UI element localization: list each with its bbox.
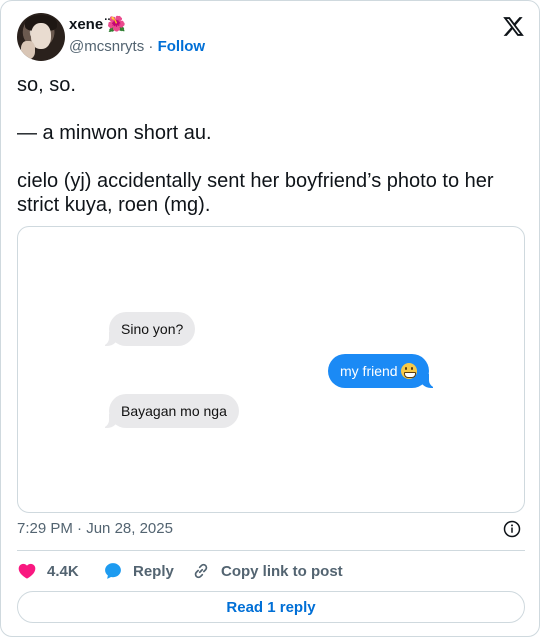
follow-link[interactable]: Follow (158, 38, 206, 55)
like-button[interactable]: 4.4K (17, 561, 79, 581)
tweet-gap (17, 97, 525, 121)
copy-link-button[interactable]: Copy link to post (191, 561, 343, 581)
read-replies-button[interactable]: Read 1 reply (17, 591, 525, 623)
author-name[interactable]: xene ̈🌺 (69, 15, 126, 35)
avatar-hand (21, 41, 35, 59)
author-handle-row: @mcsnryts · Follow (69, 37, 205, 57)
tweet-line-3: cielo (yj) accidentally sent her boyfrie… (17, 170, 494, 216)
link-icon (194, 563, 208, 579)
reply-button[interactable]: Reply (103, 561, 174, 581)
tweet-media-chat-screenshot[interactable]: Sino yon? my friend Bayagan mo nga (17, 226, 525, 513)
heart-icon (18, 563, 36, 579)
chat-message-text: Bayagan mo nga (121, 403, 227, 419)
tweet-header: xene ̈🌺 @mcsnryts · Follow (17, 13, 525, 61)
tweet-card: xene ̈🌺 @mcsnryts · Follow so, so. — a m… (0, 0, 540, 637)
tweet-line-1: so, so. (17, 74, 76, 96)
handle-separator: · (148, 38, 154, 55)
grimacing-face-icon (400, 363, 417, 379)
chat-bubble-outgoing: my friend (328, 354, 437, 388)
tweet-date: Jun 28, 2025 (86, 520, 173, 537)
copy-link-label: Copy link to post (221, 562, 343, 580)
avatar[interactable] (17, 13, 65, 61)
timestamp-separator: · (77, 520, 83, 537)
info-icon[interactable] (503, 520, 521, 538)
chat-message-text: Sino yon? (121, 321, 184, 337)
x-logo-icon[interactable] (502, 15, 525, 38)
tweet-timestamp[interactable]: 7:29 PM · Jun 28, 2025 (17, 519, 173, 539)
tweet-line-2: — a minwon short au. (17, 122, 212, 144)
tweet-actions: 4.4K Reply Copy link to post (17, 561, 525, 581)
chat-message-text: my friend (340, 363, 398, 379)
tweet-gap (17, 145, 525, 169)
reply-label: Reply (133, 562, 174, 580)
tweet-text: so, so. — a minwon short au. cielo (yj) … (17, 73, 525, 217)
chat-bubble-incoming: Bayagan mo nga (101, 394, 239, 428)
like-count: 4.4K (47, 562, 79, 580)
author-handle[interactable]: @mcsnryts (69, 38, 144, 55)
chat-bubble-incoming: Sino yon? (100, 312, 196, 346)
divider (17, 550, 525, 551)
tweet-time: 7:29 PM (17, 520, 73, 537)
reply-bubble-icon (105, 563, 121, 579)
